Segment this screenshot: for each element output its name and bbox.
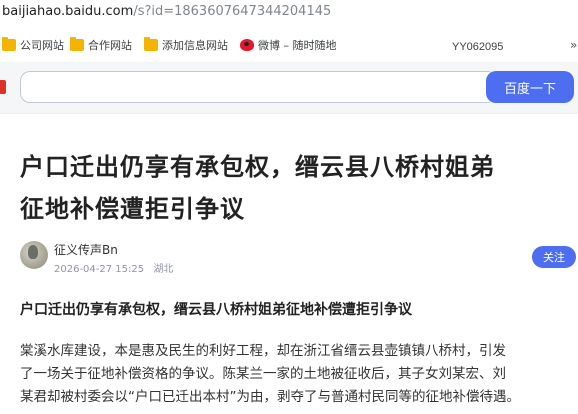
search-row: 百度一下 <box>0 62 578 114</box>
search-button[interactable]: 百度一下 <box>486 71 574 103</box>
folder-icon <box>2 37 16 51</box>
url-host: baijiahao.baidu.com <box>2 4 134 19</box>
overflow-chevron-icon[interactable]: » <box>570 38 577 52</box>
article-paragraph: 棠溪水库建设，本是惠及民生的利好工程，却在浙江省缙云县壶镇镇八桥村，引发 了一场… <box>20 340 578 409</box>
post-location: 湖北 <box>153 264 174 275</box>
article-title: 户口迁出仍享有承包权，缙云县八桥村姐弟 征地补偿遭拒引争议 <box>20 146 570 230</box>
bookmark-company-sites[interactable]: 公司网站 <box>2 37 64 53</box>
paragraph-line: 了一场关于征地补偿资格的争议。陈某兰一家的土地被征收后，其子女刘某宏、刘 <box>20 366 506 382</box>
article-title-line: 户口迁出仍享有承包权，缙云县八桥村姐弟 <box>20 153 495 181</box>
weibo-icon <box>240 39 254 51</box>
bookmark-partner-sites[interactable]: 合作网站 <box>70 37 132 53</box>
article-subheading: 户口迁出仍享有承包权，缙云县八桥村姐弟征地补偿遭拒引争议 <box>20 302 412 318</box>
bookmark-label: 公司网站 <box>20 39 64 52</box>
folder-icon <box>70 37 84 51</box>
paragraph-line: 某君却被村委会以“户口已迁出本村”为由，剥夺了与普通村民同等的征地补偿待遇。 <box>20 389 520 405</box>
url-text[interactable]: baijiahao.baidu.com/s?id=186360764734420… <box>2 4 331 19</box>
bookmark-user-id: YY062095 <box>452 41 504 53</box>
search-input[interactable] <box>20 71 490 103</box>
url-path: /s?id=1863607647344204145 <box>133 4 332 19</box>
address-bar[interactable]: baijiahao.baidu.com/s?id=186360764734420… <box>0 0 578 26</box>
folder-icon <box>144 37 158 51</box>
author-name[interactable]: 征义传声Bn <box>54 241 118 258</box>
bookmark-add-info-sites[interactable]: 添加信息网站 <box>144 37 228 53</box>
bookmark-label: 添加信息网站 <box>162 39 228 52</box>
post-meta: 2026-04-27 15:25 湖北 <box>54 260 173 275</box>
bookmark-weibo[interactable]: 微博 – 随时随地 <box>240 37 337 53</box>
post-date: 2026-04-27 15:25 <box>54 264 145 275</box>
baidu-logo-edge <box>0 80 6 94</box>
bookmark-label: 微博 – 随时随地 <box>258 39 337 52</box>
follow-button[interactable]: 关注 <box>532 246 576 268</box>
avatar[interactable] <box>20 241 48 269</box>
article-title-line: 征地补偿遭拒引争议 <box>20 195 245 223</box>
paragraph-line: 棠溪水库建设，本是惠及民生的利好工程，却在浙江省缙云县壶镇镇八桥村，引发 <box>20 343 506 359</box>
bookmark-label: 合作网站 <box>88 39 132 52</box>
